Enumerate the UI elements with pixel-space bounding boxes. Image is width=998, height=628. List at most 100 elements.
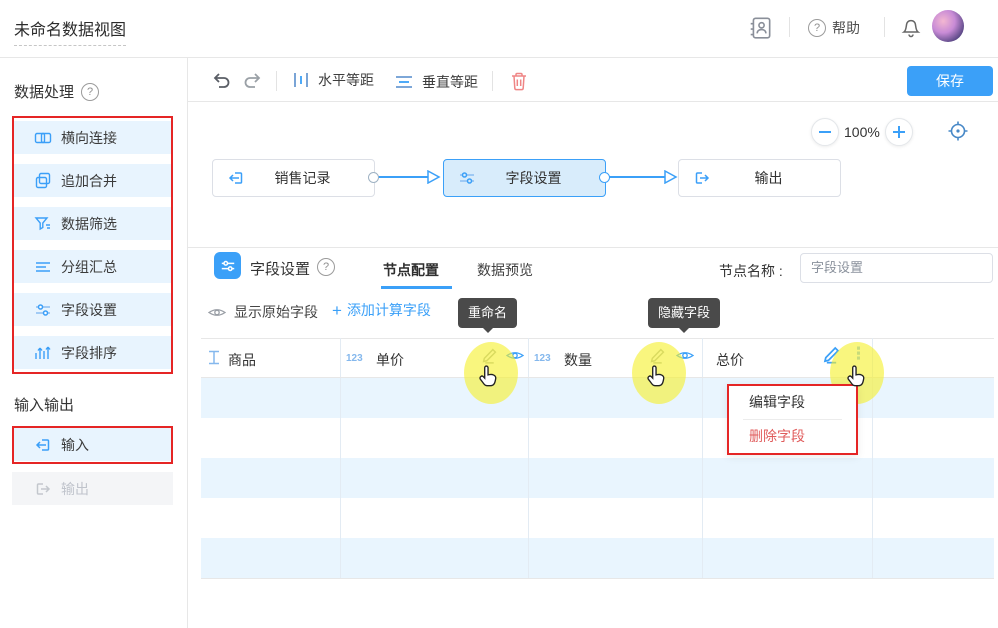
data-filter-icon	[34, 215, 52, 233]
topbar-separator	[789, 17, 790, 37]
field-sort-icon	[34, 344, 52, 362]
question-circle-icon: ?	[808, 19, 826, 37]
help-button[interactable]: ? 帮助	[808, 18, 860, 38]
table-border	[201, 578, 994, 579]
active-tab-underline	[381, 286, 452, 289]
contacts-book-icon[interactable]	[748, 15, 774, 41]
horizontal-spacing-icon	[292, 70, 310, 90]
add-calculated-field-button[interactable]: + 添加计算字段	[332, 300, 431, 320]
sidebar-item-output: 输出	[12, 472, 173, 505]
table-row[interactable]	[201, 538, 994, 578]
field-settings-panel-icon	[214, 252, 241, 279]
hide-field-tooltip: 隐藏字段	[648, 298, 720, 328]
column-header-total-price[interactable]: 总价	[716, 350, 744, 370]
flow-node-field-settings[interactable]: 字段设置	[443, 159, 606, 197]
sidebar-item-group-summary[interactable]: 分组汇总	[12, 250, 173, 283]
node-name-value: 字段设置	[811, 260, 863, 275]
field-context-menu: 编辑字段 删除字段	[727, 384, 858, 455]
toolbar-divider	[188, 101, 998, 102]
text-type-icon	[207, 349, 221, 366]
sidebar-item-horizontal-join[interactable]: 横向连接	[12, 121, 173, 154]
table-border	[201, 338, 994, 339]
horizontal-spacing-button[interactable]: 水平等距	[292, 70, 374, 90]
eye-icon	[208, 306, 226, 319]
table-row[interactable]	[201, 458, 994, 498]
sidebar-divider	[187, 57, 188, 628]
sidebar-item-input[interactable]: 输入	[12, 428, 173, 461]
locate-crosshair-icon[interactable]	[946, 119, 970, 143]
show-original-fields-label: 显示原始字段	[234, 302, 318, 322]
plus-icon: +	[332, 302, 342, 319]
notification-bell-icon[interactable]	[899, 15, 923, 39]
toolbar-separator	[492, 71, 493, 91]
sidebar-item-label: 输出	[61, 479, 89, 499]
number-type-icon: 123	[534, 353, 551, 364]
zoom-level: 100%	[844, 124, 880, 140]
flow-node-label: 销售记录	[245, 168, 360, 188]
table-row[interactable]	[201, 418, 994, 458]
save-label: 保存	[936, 71, 964, 91]
sidebar-item-field-settings[interactable]: 字段设置	[12, 293, 173, 326]
flow-node-label: 输出	[711, 168, 826, 188]
question-circle-icon[interactable]: ?	[317, 258, 335, 276]
redo-button[interactable]	[242, 70, 264, 92]
page-title[interactable]: 未命名数据视图	[14, 16, 126, 46]
column-divider	[528, 338, 529, 578]
help-label: 帮助	[832, 18, 860, 38]
output-node-icon	[693, 169, 711, 187]
output-port[interactable]	[599, 172, 610, 183]
hand-cursor-icon	[477, 364, 502, 389]
undo-button[interactable]	[210, 70, 232, 92]
column-divider	[340, 338, 341, 578]
horizontal-spacing-label: 水平等距	[318, 70, 374, 90]
sidebar-item-label: 分组汇总	[61, 257, 117, 277]
input-node-icon	[227, 169, 245, 187]
node-name-input[interactable]: 字段设置	[800, 253, 993, 283]
minus-icon	[819, 131, 831, 133]
output-port[interactable]	[368, 172, 379, 183]
data-processing-title: 数据处理	[14, 81, 74, 102]
app-window: 未命名数据视图 ? 帮助 数据处理 ? 横向连接	[0, 0, 998, 628]
flow-node-sales-records[interactable]: 销售记录	[212, 159, 375, 197]
flow-edge	[377, 170, 441, 184]
column-header-unit-price[interactable]: 单价	[376, 350, 404, 370]
tab-data-preview[interactable]: 数据预览	[477, 260, 533, 280]
node-name-label: 节点名称 :	[719, 261, 783, 281]
table-row[interactable]	[201, 498, 994, 538]
show-original-fields-button[interactable]: 显示原始字段	[208, 302, 318, 322]
context-menu-delete-field[interactable]: 删除字段	[729, 420, 856, 453]
horizontal-join-icon	[34, 129, 52, 147]
flow-edge	[608, 170, 678, 184]
flow-node-label: 字段设置	[476, 168, 591, 188]
output-icon	[34, 480, 52, 498]
vertical-spacing-button[interactable]: 垂直等距	[394, 72, 478, 92]
user-avatar[interactable]	[932, 10, 964, 42]
sidebar-item-label: 数据筛选	[61, 214, 117, 234]
save-button[interactable]: 保存	[907, 66, 993, 96]
sidebar-item-label: 追加合并	[61, 171, 117, 191]
sidebar-item-label: 字段设置	[61, 300, 117, 320]
delete-trash-icon[interactable]	[508, 70, 530, 92]
sidebar-item-data-filter[interactable]: 数据筛选	[12, 207, 173, 240]
append-merge-icon	[34, 172, 52, 190]
toolbar-separator	[276, 71, 277, 91]
context-menu-edit-field[interactable]: 编辑字段	[729, 386, 856, 419]
panel-title: 字段设置	[250, 258, 310, 279]
field-settings-icon	[34, 301, 52, 319]
flow-node-output[interactable]: 输出	[678, 159, 841, 197]
sidebar-item-field-sort[interactable]: 字段排序	[12, 336, 173, 369]
column-header-product[interactable]: 商品	[228, 350, 256, 370]
sidebar-item-append-merge[interactable]: 追加合并	[12, 164, 173, 197]
column-header-quantity[interactable]: 数量	[564, 350, 592, 370]
input-icon	[34, 436, 52, 454]
number-type-icon: 123	[346, 353, 363, 364]
plus-icon	[893, 126, 905, 138]
sidebar-item-label: 字段排序	[61, 343, 117, 363]
rename-tooltip: 重命名	[458, 298, 517, 328]
field-settings-icon	[458, 169, 476, 187]
zoom-in-button[interactable]	[885, 118, 913, 146]
tab-node-config[interactable]: 节点配置	[383, 260, 439, 280]
question-circle-icon[interactable]: ?	[81, 83, 99, 101]
vertical-spacing-icon	[394, 74, 414, 90]
zoom-out-button[interactable]	[811, 118, 839, 146]
